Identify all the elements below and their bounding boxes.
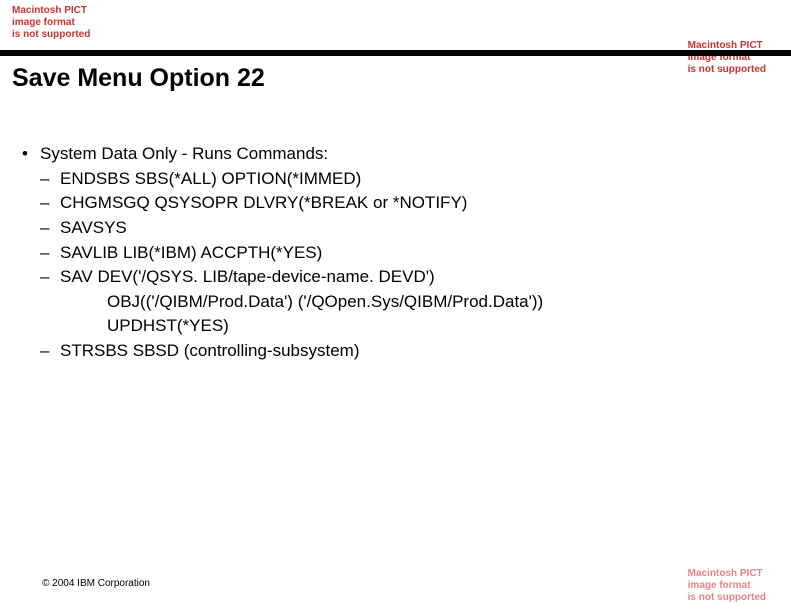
list-item: – STRSBS SBSD (controlling-subsystem) <box>40 339 761 364</box>
main-bullet-text: System Data Only - Runs Commands: <box>40 142 328 167</box>
pict-warning-bottom-right: Macintosh PICT image format is not suppo… <box>688 568 766 604</box>
command-continuation: OBJ(('/QIBM/Prod.Data') ('/QOpen.Sys/QIB… <box>107 290 761 315</box>
dash-marker: – <box>40 265 60 290</box>
dash-marker: – <box>40 167 60 192</box>
pict-line: is not supported <box>12 29 90 41</box>
pict-line: image format <box>688 580 766 592</box>
command-text: SAV DEV('/QSYS. LIB/tape-device-name. DE… <box>60 265 761 290</box>
command-text: SAVLIB LIB(*IBM) ACCPTH(*YES) <box>60 241 761 266</box>
pict-line: image format <box>12 17 90 29</box>
main-bullet: • System Data Only - Runs Commands: <box>22 142 761 167</box>
pict-warning-top-right: Macintosh PICT image format is not suppo… <box>688 40 766 76</box>
command-continuation: UPDHST(*YES) <box>107 314 761 339</box>
list-item: – SAVSYS <box>40 216 761 241</box>
list-item: – SAV DEV('/QSYS. LIB/tape-device-name. … <box>40 265 761 290</box>
dash-marker: – <box>40 241 60 266</box>
pict-line: is not supported <box>688 64 766 76</box>
command-list: – ENDSBS SBS(*ALL) OPTION(*IMMED) – CHGM… <box>22 167 761 364</box>
dash-marker: – <box>40 216 60 241</box>
command-text: STRSBS SBSD (controlling-subsystem) <box>60 339 761 364</box>
command-text: SAVSYS <box>60 216 761 241</box>
page-title: Save Menu Option 22 <box>12 64 265 93</box>
pict-line: Macintosh PICT <box>12 5 90 17</box>
pict-line: Macintosh PICT <box>688 568 766 580</box>
list-item: – SAVLIB LIB(*IBM) ACCPTH(*YES) <box>40 241 761 266</box>
pict-warning-top-left: Macintosh PICT image format is not suppo… <box>12 5 90 41</box>
command-text: ENDSBS SBS(*ALL) OPTION(*IMMED) <box>60 167 761 192</box>
content-area: • System Data Only - Runs Commands: – EN… <box>22 142 761 364</box>
pict-line: is not supported <box>688 592 766 604</box>
bullet-marker: • <box>22 142 40 167</box>
copyright-footer: © 2004 IBM Corporation <box>42 578 150 589</box>
command-text: CHGMSGQ QSYSOPR DLVRY(*BREAK or *NOTIFY) <box>60 191 761 216</box>
dash-marker: – <box>40 339 60 364</box>
dash-marker: – <box>40 191 60 216</box>
list-item: – CHGMSGQ QSYSOPR DLVRY(*BREAK or *NOTIF… <box>40 191 761 216</box>
divider-bar <box>0 50 791 56</box>
list-item: – ENDSBS SBS(*ALL) OPTION(*IMMED) <box>40 167 761 192</box>
